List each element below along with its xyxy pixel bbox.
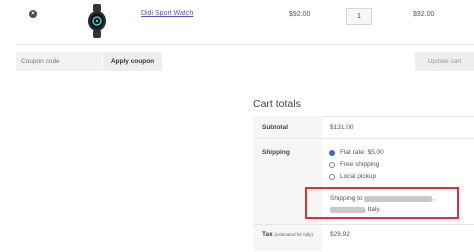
shipping-option-free[interactable]: Free shipping: [340, 161, 379, 168]
highlight-annotation-box: [305, 187, 459, 219]
shipping-radio-free[interactable]: [329, 162, 335, 168]
tax-value: $29.92: [330, 231, 350, 238]
update-cart-button[interactable]: Update cart: [415, 52, 474, 71]
tax-note: (estimated for Italy): [274, 232, 314, 237]
line-subtotal: $92.00: [413, 11, 435, 18]
product-name-link[interactable]: Didi Sport Watch: [141, 10, 193, 17]
shipping-option-local-pickup[interactable]: Local pickup: [340, 173, 376, 180]
tax-label: Tax (estimated for Italy): [262, 231, 313, 238]
row-divider: [253, 138, 474, 139]
tax-label-text: Tax: [262, 231, 273, 238]
remove-icon[interactable]: ×: [29, 10, 37, 18]
row-divider: [253, 224, 474, 225]
cart-totals-title: Cart totals: [253, 98, 301, 110]
quantity-input[interactable]: 1: [346, 8, 372, 25]
shipping-radio-local-pickup[interactable]: [329, 174, 335, 180]
coupon-code-input[interactable]: Coupon code: [16, 52, 102, 71]
shipping-radio-flat-rate[interactable]: [329, 150, 335, 156]
subtotal-label: Subtotal: [262, 124, 288, 131]
shipping-option-flat-rate[interactable]: Flat rate: $5.00: [340, 149, 384, 156]
watch-icon[interactable]: [78, 2, 116, 40]
subtotal-value: $131.00: [330, 124, 354, 131]
apply-coupon-button[interactable]: Apply coupon: [103, 52, 162, 71]
product-price: $92.00: [289, 11, 311, 18]
shipping-label: Shipping: [262, 149, 290, 156]
